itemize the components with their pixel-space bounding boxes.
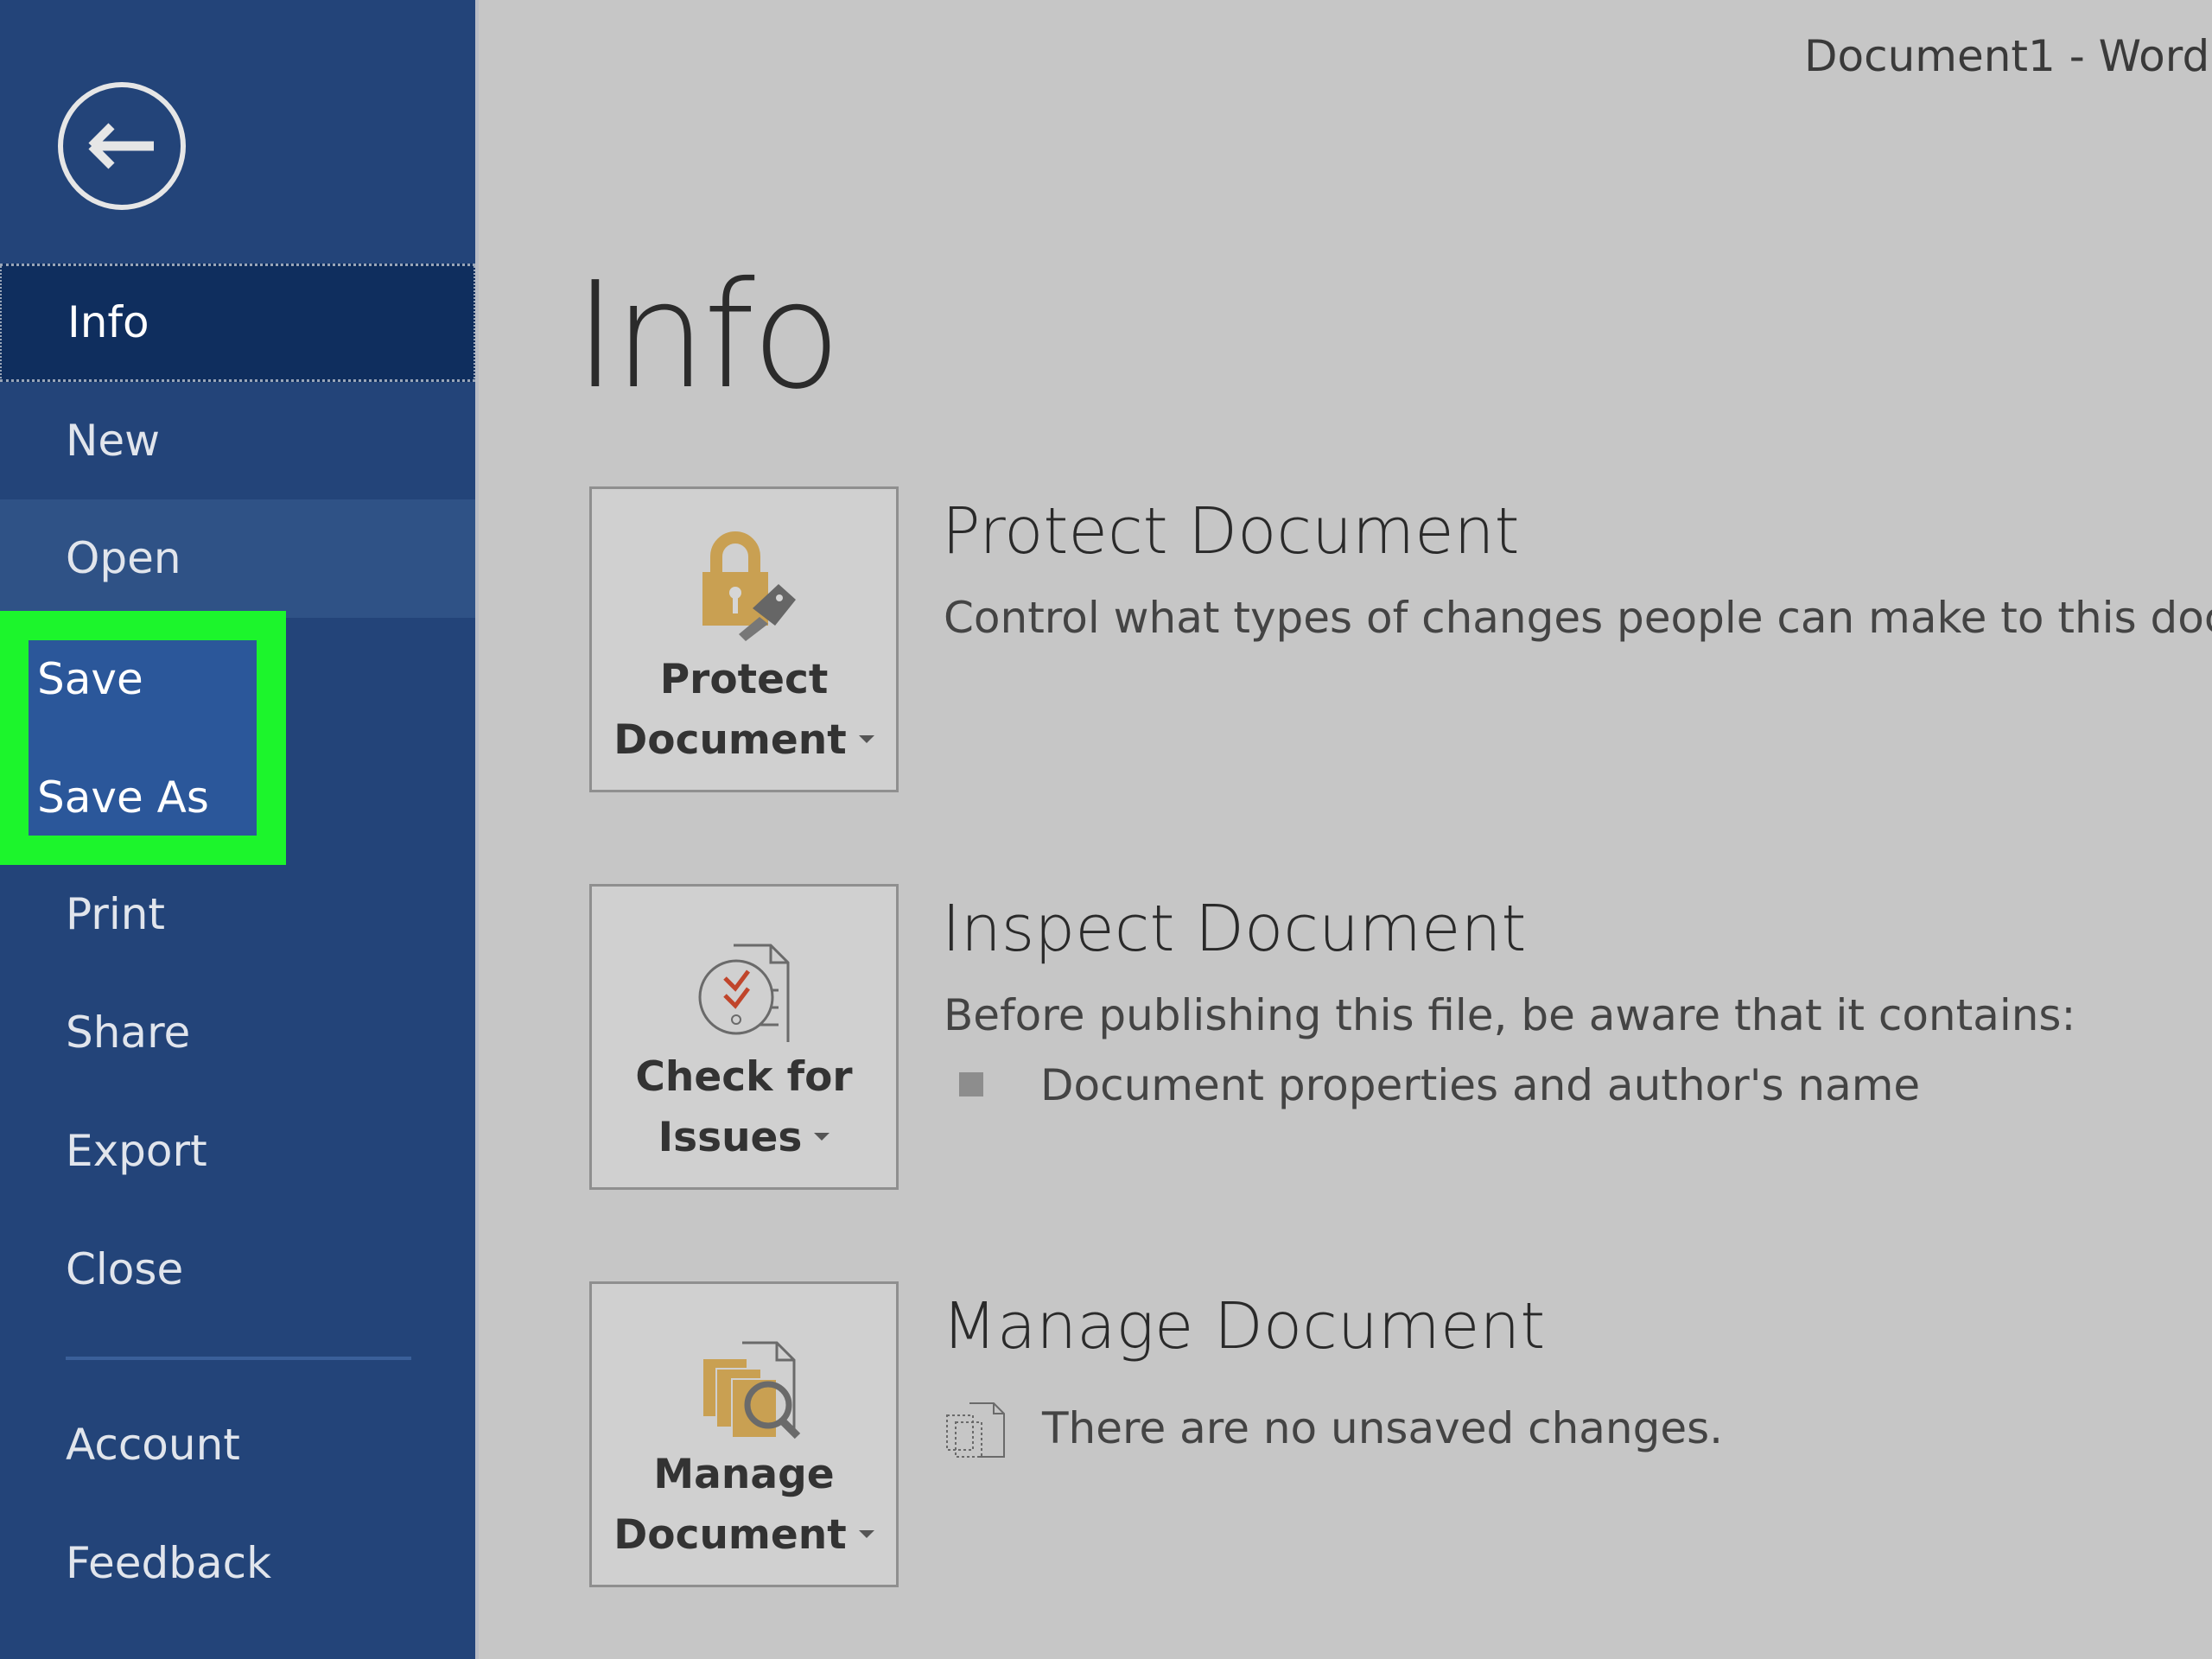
sidebar-item-label: Account (66, 1420, 240, 1470)
lock-key-icon (702, 531, 796, 641)
check-for-issues-label: Check for Issues (592, 1047, 896, 1168)
protect-document-title: Protect Document (942, 494, 1520, 569)
sidebar-item-save-as[interactable]: Save As (37, 763, 209, 832)
protect-document-button[interactable]: Protect Document (589, 486, 899, 792)
inspect-document-title: Inspect Document (942, 892, 1527, 966)
button-label-line2: Issues (658, 1114, 803, 1161)
bullet-icon (959, 1072, 983, 1096)
app-window: Info New Open Print Share Export Close A… (0, 0, 2212, 1659)
sidebar-item-label: Export (66, 1126, 207, 1176)
button-label-line2: Document (613, 716, 847, 764)
sidebar-item-info[interactable]: Info (0, 264, 475, 382)
protect-document-description: Control what types of changes people can… (944, 593, 2212, 643)
sidebar-border (475, 0, 479, 1659)
dropdown-caret-icon (858, 1530, 874, 1538)
manage-document-label: Manage Document (592, 1445, 896, 1566)
dropdown-caret-icon (814, 1133, 830, 1141)
inspect-bullet-item: Document properties and author's name (1040, 1060, 1921, 1110)
sidebar-item-label: New (66, 416, 161, 466)
protect-document-label: Protect Document (592, 650, 896, 771)
button-label-line1: Protect (659, 656, 829, 703)
annotation-highlight: Save Save As (0, 611, 286, 865)
sidebar-item-print[interactable]: Print (0, 855, 475, 974)
sidebar-item-close[interactable]: Close (0, 1211, 475, 1329)
sidebar-item-label: Save (37, 654, 143, 704)
sidebar-item-new[interactable]: New (0, 382, 475, 500)
button-label-line1: Manage (653, 1451, 835, 1498)
sidebar-item-share[interactable]: Share (0, 974, 475, 1092)
back-button[interactable] (57, 81, 187, 211)
sidebar-divider (66, 1357, 411, 1360)
button-label-line1: Check for (635, 1053, 853, 1101)
manage-document-title: Manage Document (942, 1289, 1546, 1363)
page-title: Info (574, 251, 842, 422)
checklist-document-icon (698, 944, 790, 1042)
sidebar-item-feedback[interactable]: Feedback (0, 1504, 475, 1623)
backstage-sidebar: Info New Open Print Share Export Close A… (0, 0, 475, 1659)
sidebar-item-label: Open (66, 533, 181, 583)
check-for-issues-button[interactable]: Check for Issues (589, 884, 899, 1190)
dropdown-caret-icon (858, 735, 874, 743)
back-arrow-icon (58, 82, 186, 210)
sidebar-item-save[interactable]: Save (37, 645, 143, 714)
sidebar-item-export[interactable]: Export (0, 1092, 475, 1211)
sidebar-item-label: Close (66, 1244, 184, 1294)
sidebar-item-account[interactable]: Account (0, 1386, 475, 1504)
sidebar-item-label: Share (66, 1007, 191, 1058)
sidebar-item-label: Feedback (66, 1538, 272, 1588)
sidebar-item-label: Save As (37, 772, 209, 823)
window-title: Document1 - Word (1804, 31, 2210, 81)
no-versions-icon (946, 1402, 1005, 1458)
sidebar-item-label: Info (67, 297, 149, 347)
inspect-document-description: Before publishing this file, be aware th… (944, 990, 2076, 1040)
button-label-line2: Document (613, 1511, 847, 1559)
manage-documents-icon (702, 1341, 801, 1440)
manage-document-button[interactable]: Manage Document (589, 1281, 899, 1587)
sidebar-item-open[interactable]: Open (0, 499, 475, 618)
sidebar-item-label: Print (66, 889, 166, 939)
manage-document-status: There are no unsaved changes. (1042, 1403, 1724, 1453)
